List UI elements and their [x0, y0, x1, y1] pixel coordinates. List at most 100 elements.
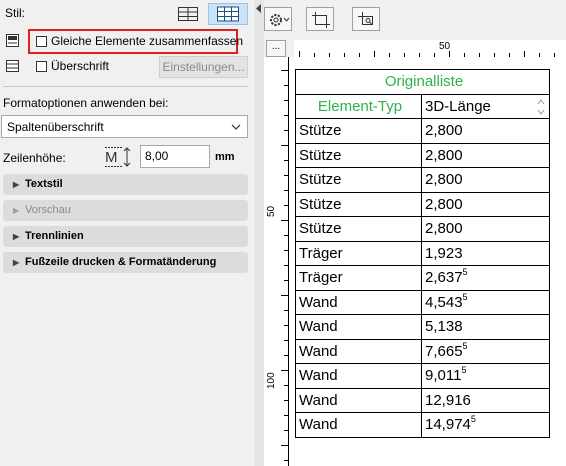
stil-label: Stil:: [5, 6, 26, 20]
header-3d-laenge[interactable]: 3D-Länge: [421, 93, 550, 119]
length-value: 1,923: [425, 244, 463, 262]
cell-element-type: Stütze: [295, 118, 422, 144]
section-textstil[interactable]: ▶ Textstil: [3, 174, 248, 195]
ruler-label-50: 50: [439, 41, 451, 52]
length-superscript: 5: [462, 340, 468, 351]
ruler-ticks: [299, 51, 555, 57]
horizontal-ruler: 50: [294, 40, 566, 57]
ruler-label-v-100: 100: [266, 372, 277, 389]
cell-element-type: Wand: [295, 314, 422, 340]
cell-element-type: Stütze: [295, 216, 422, 242]
expand-triangle-icon: ▶: [13, 258, 20, 267]
cell-3d-length: 14,9745: [421, 412, 550, 438]
cell-3d-length: 2,800: [421, 167, 550, 193]
table-row: Stütze 2,800: [295, 142, 550, 168]
length-value: 12,916: [425, 391, 471, 409]
section-trennlinien[interactable]: ▶ Trennlinien: [3, 226, 248, 247]
zeilenhoehe-input[interactable]: 8,00: [140, 145, 210, 168]
expand-triangle-icon: ▶: [13, 180, 20, 189]
zeilenhoehe-label: Zeilenhöhe:: [3, 151, 66, 165]
table-row: Stütze 2,800: [295, 167, 550, 193]
svg-text:M: M: [105, 149, 118, 166]
length-value: 2,800: [425, 171, 463, 189]
table-row: Stütze 2,800: [295, 191, 550, 217]
cell-3d-length: 12,916: [421, 387, 550, 413]
table-row: Träger 1,923: [295, 240, 550, 266]
zeilenhoehe-unit: mm: [215, 151, 235, 163]
expand-triangle-icon: ▶: [13, 232, 20, 241]
zoom-selection-button[interactable]: [352, 7, 380, 31]
cell-3d-length: 2,6375: [421, 265, 550, 291]
cell-3d-length: 7,6655: [421, 338, 550, 364]
header-element-typ: Element-Typ: [295, 93, 422, 119]
divider: [3, 86, 248, 87]
length-superscript: 5: [470, 414, 476, 425]
schedule-title: Originalliste: [295, 69, 550, 95]
sheet-border: [288, 57, 289, 466]
length-value: 2,800: [425, 122, 463, 140]
table-row: Wand 14,9745: [295, 412, 550, 438]
table-row: Wand 7,6655: [295, 338, 550, 364]
table-row: Wand 4,5435: [295, 289, 550, 315]
length-value: 5,138: [425, 318, 463, 336]
length-superscript: 5: [461, 365, 467, 376]
collapse-left-icon[interactable]: [256, 4, 262, 13]
gleiche-elemente-checkbox[interactable]: [36, 36, 47, 47]
zoom-rectangle-icon: [358, 12, 373, 25]
cell-3d-length: 2,800: [421, 118, 550, 144]
table-row: Wand 5,138: [295, 314, 550, 340]
ueberschrift-label: Überschrift: [51, 59, 110, 73]
sort-arrows-icon[interactable]: [537, 97, 545, 117]
table-grid-icon: [178, 7, 198, 21]
cell-3d-length: 2,800: [421, 216, 550, 242]
options-menu-button[interactable]: [264, 7, 292, 31]
gleiche-elemente-label: Gleiche Elemente zusammenfassen: [51, 34, 244, 48]
fit-to-window-button[interactable]: [306, 7, 334, 31]
chevron-down-icon: [231, 124, 241, 130]
table-full-grid-icon: [217, 6, 239, 22]
settings-panel: Stil: Gleiche Elemente zusammenfassen Üb…: [0, 0, 254, 466]
cell-element-type: Stütze: [295, 142, 422, 168]
ruler-origin-button[interactable]: ...: [266, 40, 286, 57]
cell-element-type: Wand: [295, 412, 422, 438]
table-row: Stütze 2,800: [295, 216, 550, 242]
cell-3d-length: 9,0115: [421, 363, 550, 389]
ueberschrift-checkbox[interactable]: [36, 61, 47, 72]
einstellungen-button[interactable]: Einstellungen...: [159, 56, 248, 78]
ruler-label-v-50: 50: [266, 205, 277, 217]
cell-element-type: Wand: [295, 289, 422, 315]
row-height-icon: M: [105, 147, 131, 167]
cell-3d-length: 2,800: [421, 142, 550, 168]
section-vorschau: ▶ Vorschau: [3, 200, 248, 221]
table-row: Stütze 2,800: [295, 118, 550, 144]
panel-splitter[interactable]: [254, 0, 264, 466]
title-row: Originalliste: [295, 69, 550, 95]
cell-3d-length: 4,5435: [421, 289, 550, 315]
length-value: 2,800: [425, 220, 463, 238]
length-value: 7,665: [425, 342, 463, 360]
expand-triangle-icon: ▶: [13, 206, 20, 215]
length-superscript: 5: [462, 267, 468, 278]
ruler-ticks-vertical: [281, 70, 288, 461]
cell-element-type: Stütze: [295, 191, 422, 217]
cell-3d-length: 5,138: [421, 314, 550, 340]
style-full-grid-button[interactable]: [208, 3, 248, 25]
cell-element-type: Träger: [295, 240, 422, 266]
format-apply-dropdown[interactable]: Spaltenüberschrift: [1, 115, 248, 138]
section-fusszeile[interactable]: ▶ Fußzeile drucken & Formatänderung: [3, 252, 248, 273]
vertical-ruler: 50 100: [264, 57, 288, 466]
length-value: 9,011: [425, 367, 462, 385]
length-value: 14,974: [425, 416, 471, 434]
table-row: Wand 12,916: [295, 387, 550, 413]
cell-3d-length: 2,800: [421, 191, 550, 217]
length-value: 2,800: [425, 195, 463, 213]
length-value: 4,543: [425, 293, 463, 311]
cell-element-type: Wand: [295, 338, 422, 364]
merge-rows-icon: [6, 34, 19, 47]
style-grid-lines-button[interactable]: [172, 3, 204, 25]
header-row: Element-Typ 3D-Länge: [295, 93, 550, 119]
cell-element-type: Wand: [295, 387, 422, 413]
header-row-icon: [6, 60, 19, 72]
table-row: Träger 2,6375: [295, 265, 550, 291]
format-apply-value: Spaltenüberschrift: [7, 120, 104, 134]
